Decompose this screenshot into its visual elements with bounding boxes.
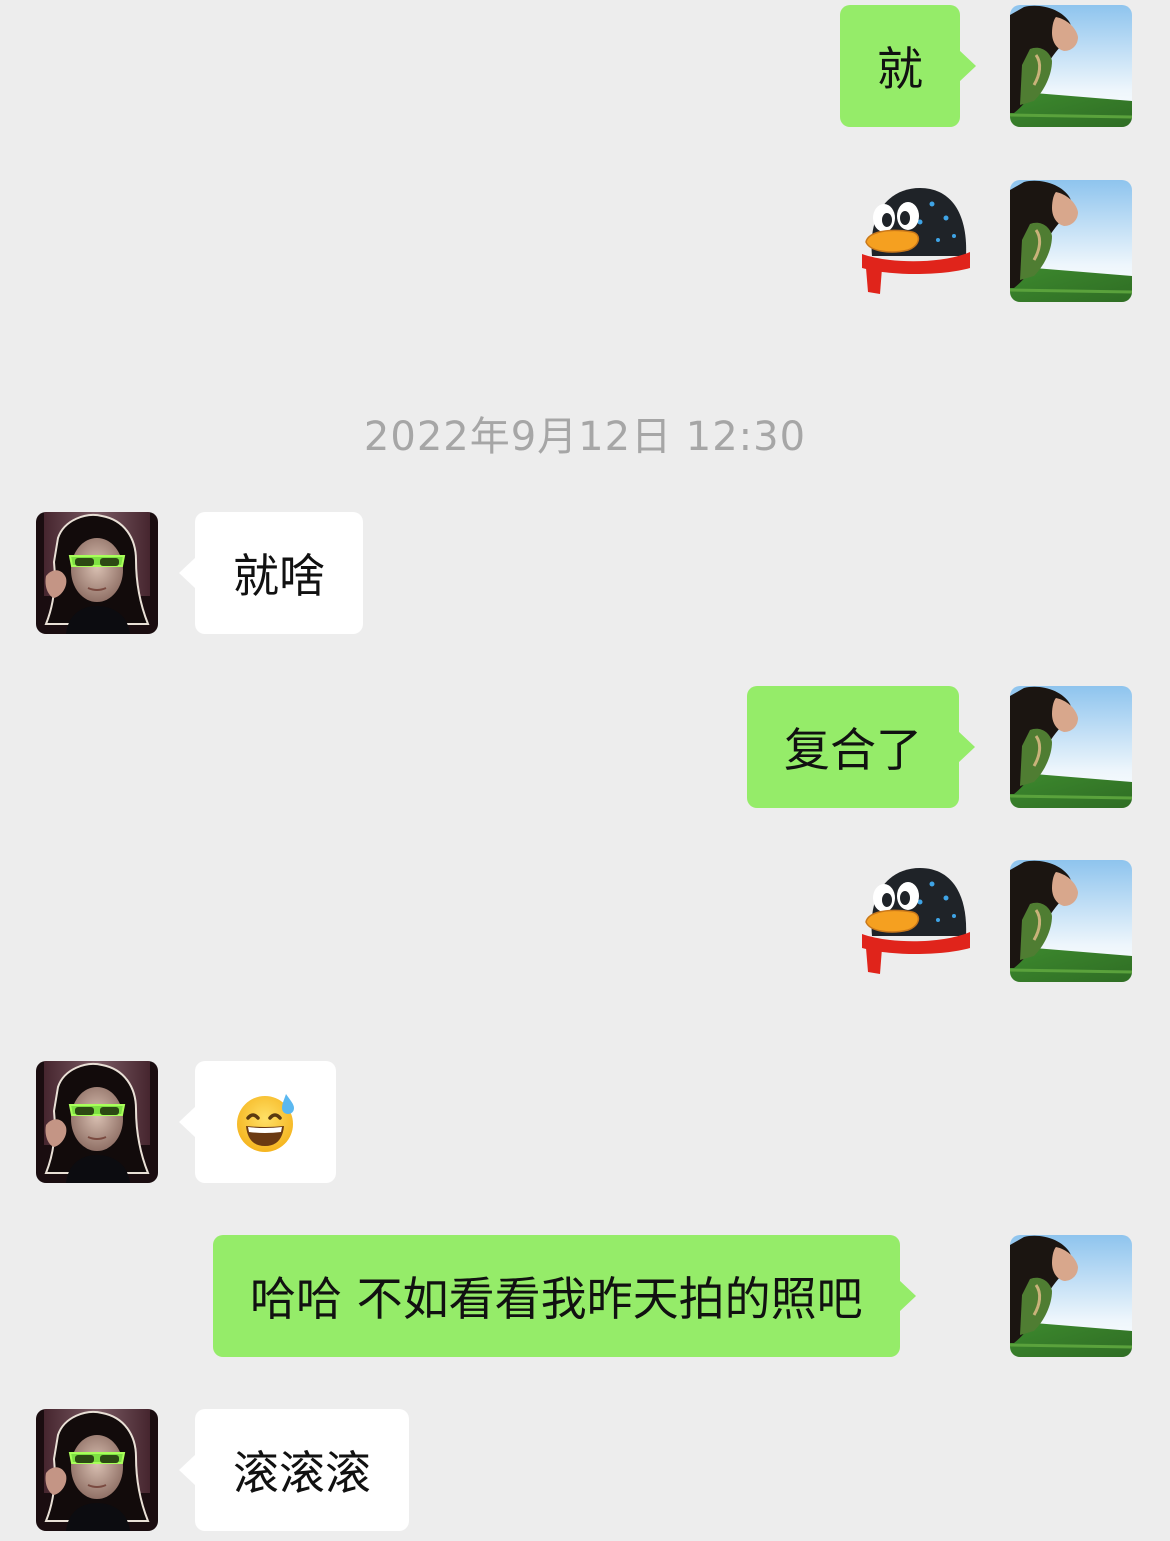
contact-avatar[interactable]: [36, 1409, 158, 1531]
message-text: 就: [877, 42, 923, 96]
incoming-message-bubble[interactable]: 就啥: [179, 512, 363, 634]
outgoing-message-bubble[interactable]: 就: [840, 5, 976, 127]
contact-avatar[interactable]: [36, 512, 158, 634]
outgoing-message-bubble[interactable]: 哈哈 不如看看我昨天拍的照吧: [213, 1235, 916, 1357]
incoming-message-bubble[interactable]: [179, 1061, 336, 1183]
message-timestamp: 2022年9月12日 12:30: [363, 414, 807, 460]
self-avatar[interactable]: [1010, 180, 1132, 302]
grinning-sweat-emoji: [236, 1094, 294, 1152]
self-avatar[interactable]: [1010, 860, 1132, 982]
self-avatar[interactable]: [1010, 5, 1132, 127]
qq-penguin-icon[interactable]: [860, 862, 972, 980]
contact-avatar[interactable]: [36, 1061, 158, 1183]
incoming-message-bubble[interactable]: 滚滚滚: [179, 1409, 409, 1531]
message-text: 哈哈 不如看看我昨天拍的照吧: [250, 1272, 863, 1326]
self-avatar[interactable]: [1010, 686, 1132, 808]
self-avatar[interactable]: [1010, 1235, 1132, 1357]
message-text: 滚滚滚: [233, 1446, 371, 1500]
message-text: 复合了: [784, 723, 922, 777]
outgoing-message-bubble[interactable]: 复合了: [747, 686, 975, 808]
message-text: 就啥: [233, 549, 325, 603]
qq-penguin-icon[interactable]: [860, 182, 972, 300]
